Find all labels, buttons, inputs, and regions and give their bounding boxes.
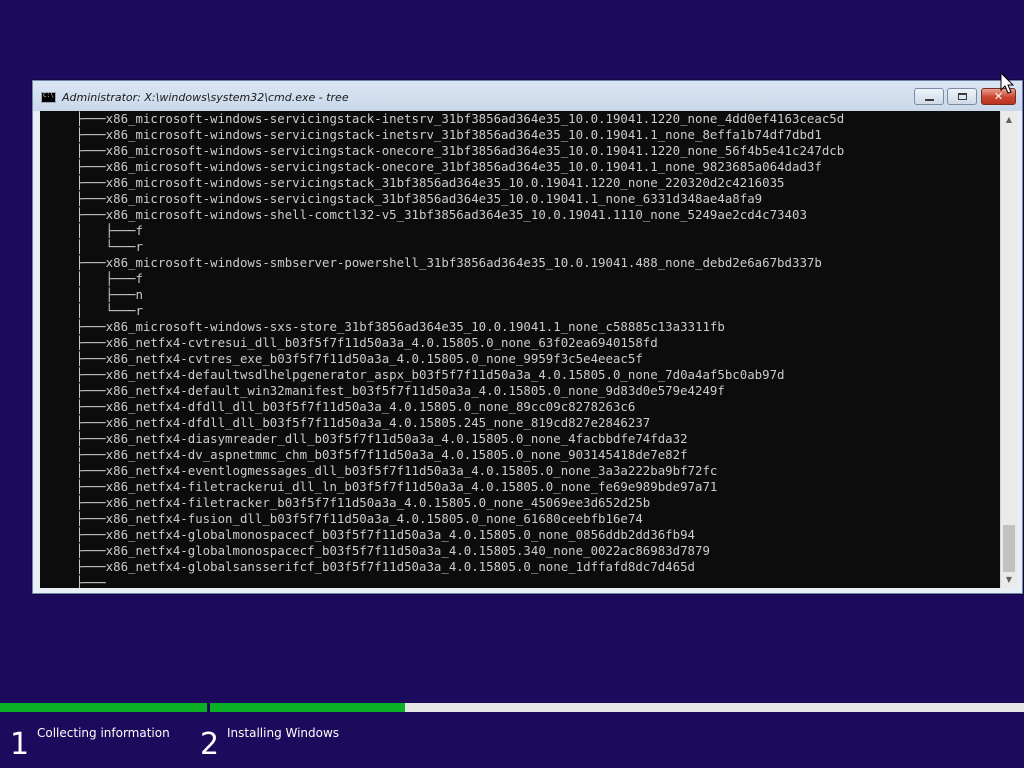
console-line: ├───x86_microsoft-windows-servicingstack… <box>75 191 763 206</box>
console-line: ├───x86_netfx4-defaultwsdlhelpgenerator_… <box>75 367 785 382</box>
maximize-button[interactable] <box>947 88 977 105</box>
console-text: ├───x86_microsoft-windows-servicingstack… <box>40 111 1000 588</box>
console-line: │ └───r <box>75 303 143 318</box>
console-line: ├───x86_netfx4-globalmonospacecf_b03f5f7… <box>75 543 710 558</box>
console-line: ├───x86_netfx4-fusion_dll_b03f5f7f11d50a… <box>75 511 643 526</box>
console-line: ├───x86_netfx4-dfdll_dll_b03f5f7f11d50a3… <box>75 399 636 414</box>
console-line: ├───x86_microsoft-windows-servicingstack… <box>75 143 845 158</box>
console-line: │ ├───n <box>75 287 143 302</box>
scroll-down-button[interactable]: ▼ <box>1001 571 1017 588</box>
console-line: ├───x86_netfx4-diasymreader_dll_b03f5f7f… <box>75 431 688 446</box>
console-line: ├───x86_netfx4-globalsansserifcf_b03f5f7… <box>75 559 696 574</box>
minimize-button[interactable] <box>914 88 944 105</box>
console-line: │ ├───f <box>75 223 143 238</box>
progress-fill-collecting <box>0 703 207 712</box>
console-line: ├───x86_netfx4-default_win32manifest_b03… <box>75 383 725 398</box>
step-number: 1 <box>10 727 30 762</box>
titlebar[interactable]: Administrator: X:\windows\system32\cmd.e… <box>33 81 1022 111</box>
scroll-up-button[interactable]: ▲ <box>1001 111 1017 128</box>
progress-bar-installing <box>210 703 1024 712</box>
console-line: │ ├───f <box>75 271 143 286</box>
window-title: Administrator: X:\windows\system32\cmd.e… <box>62 91 349 104</box>
console-line: ├───x86_microsoft-windows-servicingstack… <box>75 127 822 142</box>
progress-fill-installing <box>210 703 406 712</box>
scroll-thumb[interactable] <box>1003 525 1015 572</box>
console-line: ├───x86_netfx4-globalmonospacecf_b03f5f7… <box>75 527 696 542</box>
console-output[interactable]: ├───x86_microsoft-windows-servicingstack… <box>40 111 1000 588</box>
progress-bar-collecting <box>0 703 207 712</box>
cmd-window: Administrator: X:\windows\system32\cmd.e… <box>32 80 1023 594</box>
arrow-up-icon: ▲ <box>1005 115 1013 124</box>
arrow-down-icon: ▼ <box>1005 575 1013 584</box>
step-label: Collecting information <box>37 726 170 740</box>
console-line: ├───x86_microsoft-windows-servicingstack… <box>75 111 845 126</box>
console-line: │ └───r <box>75 239 143 254</box>
console-line: ├───x86_netfx4-dv_aspnetmmc_chm_b03f5f7f… <box>75 447 688 462</box>
console-line: ├───x86_microsoft-windows-shell-comctl32… <box>75 207 807 222</box>
step-number: 2 <box>200 727 220 762</box>
vertical-scrollbar[interactable]: ▲ ▼ <box>1000 111 1017 588</box>
console-line: ├───x86_netfx4-eventlogmessages_dll_b03f… <box>75 463 718 478</box>
minimize-icon <box>924 98 934 101</box>
console-line: ├───x86_netfx4-filetrackerui_dll_ln_b03f… <box>75 479 718 494</box>
step-label: Installing Windows <box>227 726 340 740</box>
console-line: ├───x86_microsoft-windows-servicingstack… <box>75 175 785 190</box>
console-line: ├───x86_microsoft-windows-smbserver-powe… <box>75 255 822 270</box>
console-line: ├───x86_netfx4-cvtres_exe_b03f5f7f11d50a… <box>75 351 643 366</box>
console-line: ├───x86_netfx4-cvtresui_dll_b03f5f7f11d5… <box>75 335 658 350</box>
console-line: ├───x86_microsoft-windows-sxs-store_31bf… <box>75 319 725 334</box>
cmd-app-icon[interactable] <box>41 92 56 103</box>
console-line: ├───x86_netfx4-dfdll_dll_b03f5f7f11d50a3… <box>75 415 651 430</box>
maximize-icon <box>957 93 967 100</box>
mouse-pointer-icon <box>1000 72 1015 94</box>
console-line: ├───x86_microsoft-windows-servicingstack… <box>75 159 822 174</box>
console-line: ├───x86_netfx4-filetracker_b03f5f7f11d50… <box>75 495 651 510</box>
console-line: ├─── <box>75 575 106 588</box>
